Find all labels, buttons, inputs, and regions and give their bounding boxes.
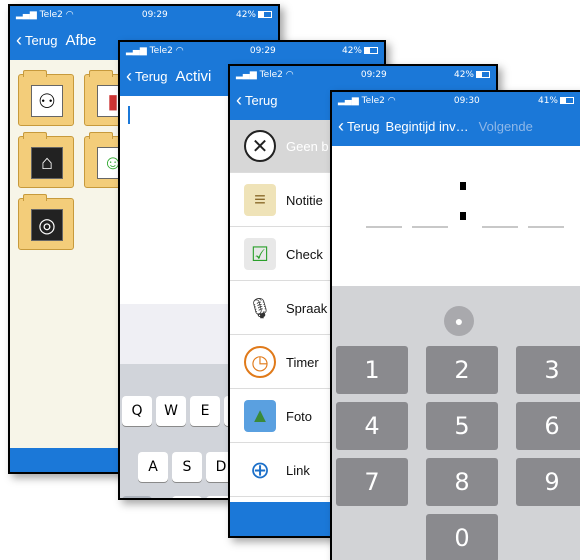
folder-camera[interactable]: ◎	[18, 194, 74, 250]
people-icon: ⚇	[31, 85, 63, 117]
list-item-label: Spraak	[286, 300, 328, 316]
list-item-label: Link	[286, 462, 310, 478]
back-label: Terug	[25, 32, 58, 48]
key-3[interactable]: 3	[516, 346, 580, 394]
clock: 09:29	[360, 70, 387, 80]
signal-icon: ▂▄▆	[16, 10, 37, 20]
key-s[interactable]: S	[172, 452, 202, 482]
list-item-label: Notitie	[286, 192, 323, 208]
back-label: Terug	[245, 92, 278, 108]
battery-icon	[363, 47, 378, 54]
list-item-label: Check	[286, 246, 323, 262]
key-9[interactable]: 9	[516, 458, 580, 506]
key-4[interactable]: 4	[336, 402, 408, 450]
chevron-left-icon: ‹	[338, 116, 344, 136]
carrier: Tele2	[39, 10, 63, 20]
notepad-icon: ≡	[244, 184, 276, 216]
back-button[interactable]: ‹ Terug	[236, 91, 278, 109]
battery-percent: 42%	[235, 10, 256, 20]
key-w[interactable]: W	[156, 396, 186, 426]
clock: 09:29	[249, 46, 276, 56]
signal-icon: ▂▄▆	[126, 46, 147, 56]
hour-digit-1[interactable]	[366, 226, 402, 228]
microphone-icon: 🎙	[247, 297, 273, 320]
list-item-label: Timer	[286, 354, 319, 370]
minute-digit-1[interactable]	[482, 226, 518, 228]
back-label: Terug	[135, 68, 168, 84]
key-1[interactable]: 1	[336, 346, 408, 394]
back-button[interactable]: ‹ Terug	[16, 31, 58, 49]
colon-bottom	[460, 212, 466, 220]
signal-icon: ▂▄▆	[338, 96, 359, 106]
status-bar: ▂▄▆ Tele2 ◠ 09:29 42%	[120, 42, 384, 60]
clock: 09:29	[141, 10, 168, 20]
chevron-left-icon: ‹	[126, 66, 132, 86]
folder-house[interactable]: ⌂	[18, 132, 74, 188]
camera-icon: ◎	[31, 209, 63, 241]
chevron-left-icon: ‹	[236, 90, 242, 110]
phone-screen-start-time: ▂▄▆ Tele2 ◠ 09:30 41% ‹ Terug Begintijd i…	[330, 90, 580, 560]
hour-digit-2[interactable]	[412, 226, 448, 228]
wifi-icon: ◠	[175, 46, 184, 56]
nav-title: Activi	[175, 67, 212, 85]
colon-top	[460, 182, 466, 190]
screen-background: ▂▄▆ Tele2 ◠ 09:30 41% ‹ Terug Begintijd i…	[332, 92, 580, 560]
key-5[interactable]: 5	[426, 402, 498, 450]
battery-icon	[257, 11, 272, 18]
key-0[interactable]: 0	[426, 514, 498, 560]
key-a[interactable]: A	[138, 452, 168, 482]
key-6[interactable]: 6	[516, 402, 580, 450]
no-walking-icon: ✕	[244, 130, 276, 162]
key-z[interactable]: Z	[172, 496, 202, 498]
nav-title: Afbe	[65, 31, 97, 49]
nav-bar: ‹ Terug Begintijd inv… Volgende	[332, 110, 580, 142]
back-label: Terug	[347, 118, 380, 134]
carrier: Tele2	[149, 46, 173, 56]
key-q[interactable]: Q	[122, 396, 152, 426]
folder-people[interactable]: ⚇	[18, 70, 74, 126]
minute-digit-2[interactable]	[528, 226, 564, 228]
globe-icon: ⊕	[249, 456, 271, 484]
time-entry: ● 1 2 3 4 5 6 7 8 9 0	[332, 146, 580, 560]
key-2[interactable]: 2	[426, 346, 498, 394]
status-bar: ▂▄▆ Tele2 ◠ 09:30 41%	[332, 92, 580, 110]
status-bar: ▂▄▆ Tele2 ◠ 09:29 42%	[10, 6, 278, 24]
wifi-icon: ◠	[65, 10, 74, 20]
list-item-label: Geen b	[286, 138, 329, 154]
list-item-label: Foto	[286, 408, 313, 424]
photo-icon: ▲	[244, 400, 276, 432]
key-7[interactable]: 7	[336, 458, 408, 506]
battery-percent: 42%	[453, 70, 474, 80]
text-cursor	[128, 106, 130, 124]
key-e[interactable]: E	[190, 396, 220, 426]
house-icon: ⌂	[31, 147, 63, 179]
nav-title: Begintijd inv…	[385, 118, 469, 134]
back-button[interactable]: ‹ Terug	[126, 67, 168, 85]
battery-icon	[475, 71, 490, 78]
carrier: Tele2	[361, 96, 385, 106]
key-8[interactable]: 8	[426, 458, 498, 506]
back-button[interactable]: ‹ Terug	[338, 117, 380, 135]
timer-icon: ◷	[244, 346, 276, 378]
avatar-icon[interactable]: ●	[444, 306, 474, 336]
chevron-left-icon: ‹	[16, 30, 22, 50]
battery-icon	[559, 97, 574, 104]
battery-percent: 41%	[537, 96, 558, 106]
battery-percent: 42%	[341, 46, 362, 56]
status-bar: ▂▄▆ Tele2 ◠ 09:29 42%	[230, 66, 496, 84]
carrier: Tele2	[259, 70, 283, 80]
next-button[interactable]: Volgende	[479, 119, 533, 134]
wifi-icon: ◠	[387, 96, 396, 106]
checkbox-icon: ☑	[244, 238, 276, 270]
signal-icon: ▂▄▆	[236, 70, 257, 80]
clock: 09:30	[453, 96, 480, 106]
shift-icon[interactable]: ⬆	[122, 496, 152, 498]
wifi-icon: ◠	[285, 70, 294, 80]
